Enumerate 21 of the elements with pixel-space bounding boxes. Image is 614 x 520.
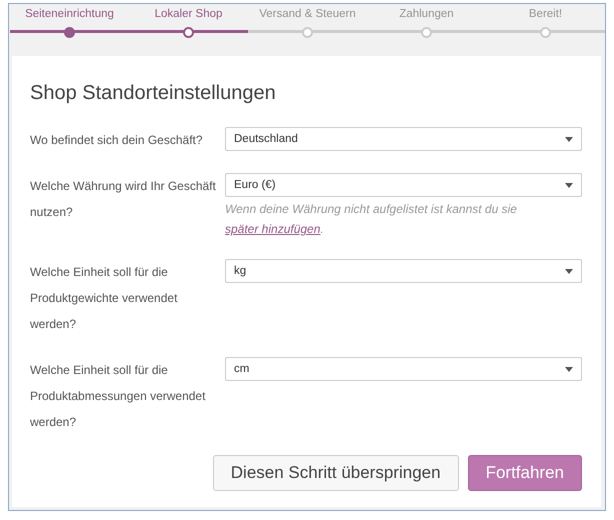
- dropdown[interactable]: kg: [225, 259, 582, 283]
- step-label: Seiteneinrichtung: [25, 8, 114, 22]
- field-label: Wo befindet sich dein Geschäft?: [30, 132, 204, 149]
- field-label: Welche Einheit soll für die Produktabmessungen verwendet werden?: [30, 362, 206, 431]
- caret-icon: [565, 268, 573, 274]
- caret-icon: [565, 182, 573, 188]
- hint-text: Wenn deine Währung nicht aufgelistet ist kannst du sie später hinzufügen.: [225, 201, 518, 238]
- field-label: Welche Währung wird Ihr Geschäft nutzen?: [30, 178, 217, 221]
- card-title: Shop Standorteinstellungen: [30, 82, 277, 105]
- step-label: Lokaler Shop: [154, 8, 222, 22]
- step-label: Versand & Steuern: [259, 8, 356, 22]
- dropdown[interactable]: Deutschland: [225, 127, 582, 151]
- add-later-link[interactable]: später hinzufügen: [225, 222, 320, 236]
- field-label: Welche Einheit soll für die Produktgewichte verwendet werden?: [30, 264, 178, 333]
- dropdown[interactable]: cm: [225, 357, 582, 381]
- skip-button[interactable]: Diesen Schritt überspringen: [212, 455, 459, 491]
- step-label: Bereit!: [528, 8, 562, 22]
- caret-icon: [565, 366, 573, 372]
- step-label: Zahlungen: [399, 8, 454, 22]
- dropdown[interactable]: Euro (€): [225, 173, 582, 197]
- caret-icon: [565, 136, 573, 142]
